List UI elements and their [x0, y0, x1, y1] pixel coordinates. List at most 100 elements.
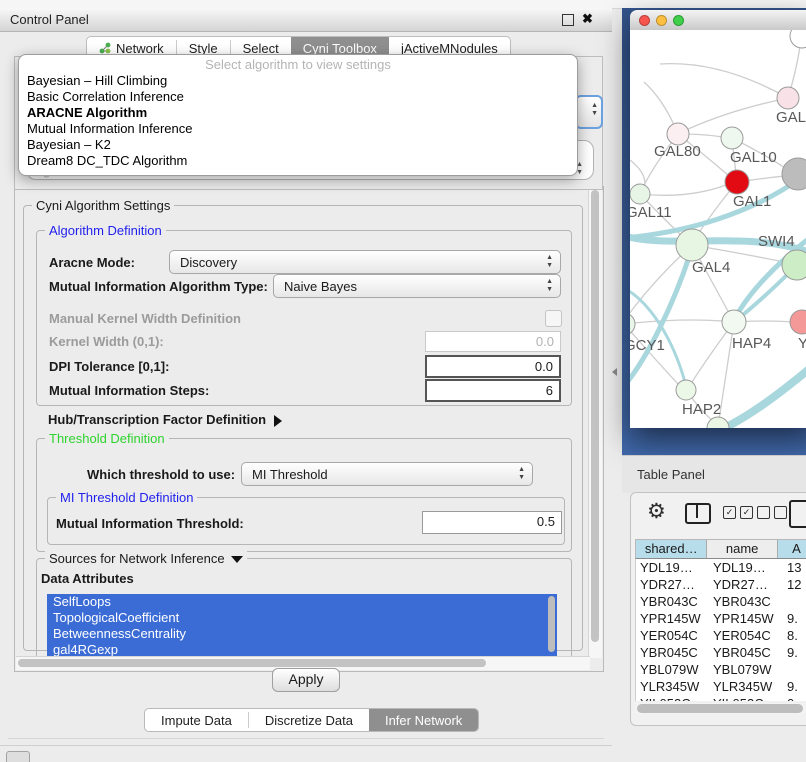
column-selector-icon[interactable]: [685, 503, 711, 524]
algorithm-option[interactable]: ARACNE Algorithm: [19, 105, 577, 121]
network-node[interactable]: [630, 313, 635, 335]
algorithm-option[interactable]: Basic Correlation Inference: [19, 89, 577, 105]
scrollbar-thumb[interactable]: [548, 596, 555, 652]
mi-steps-label: Mutual Information Steps:: [49, 383, 209, 398]
combo-arrows-icon: ▲▼: [591, 102, 598, 118]
scrollbar-thumb[interactable]: [637, 704, 803, 713]
close-panel-icon[interactable]: ✖: [582, 11, 593, 27]
table-cell: YIL052C: [636, 695, 711, 701]
popup-prompt: Select algorithm to view settings: [19, 57, 577, 73]
function-builder-icon[interactable]: [789, 500, 806, 528]
network-node[interactable]: [782, 250, 806, 280]
combo-arrows-icon: ▲▼: [546, 254, 553, 270]
network-edge[interactable]: [630, 320, 723, 324]
table-horizontal-scrollbar[interactable]: [635, 703, 806, 714]
table-cell: YBR043C: [711, 593, 785, 610]
algorithm-option[interactable]: Dream8 DC_TDC Algorithm: [19, 153, 577, 169]
mi-threshold-field[interactable]: 0.5: [422, 511, 562, 534]
select-all-icon[interactable]: ✓✓: [723, 506, 753, 519]
table-cell: YBL079W: [636, 661, 711, 678]
table-row[interactable]: YBR045CYBR045C9.: [636, 644, 806, 661]
column-header-2[interactable]: name: [707, 540, 777, 558]
table-header: shared…nameA: [635, 539, 806, 559]
network-node[interactable]: [667, 123, 689, 145]
corner-widget[interactable]: [6, 751, 30, 762]
table-row[interactable]: YBR043CYBR043C: [636, 593, 806, 610]
manual-kernel-checkbox[interactable]: [545, 310, 562, 327]
attribute-item-selected[interactable]: TopologicalCoefficient: [47, 610, 557, 626]
network-edge[interactable]: [630, 324, 678, 384]
table-row[interactable]: YDR27…YDR27…12: [636, 576, 806, 593]
network-node[interactable]: [722, 310, 746, 334]
window-minimize-icon[interactable]: [656, 15, 667, 26]
bottom-tab-infer-network[interactable]: Infer Network: [369, 709, 478, 731]
table-cell: YDL19…: [711, 559, 785, 576]
network-window[interactable]: GALGAL80GAL10GAL1GAL11GAL4SWI4HAP4YGCY1H…: [630, 10, 806, 428]
network-node[interactable]: [777, 87, 799, 109]
combo-arrows-icon: ▲▼: [518, 466, 525, 482]
window-close-icon[interactable]: [639, 15, 650, 26]
kernel-width-field[interactable]: 0.0: [425, 331, 561, 352]
apply-button[interactable]: Apply: [272, 668, 340, 692]
network-view[interactable]: GALGAL80GAL10GAL1GAL11GAL4SWI4HAP4YGCY1H…: [630, 30, 806, 428]
algorithm-option[interactable]: Bayesian – K2: [19, 137, 577, 153]
network-node[interactable]: [721, 127, 743, 149]
sources-legend[interactable]: Sources for Network Inference: [45, 551, 247, 566]
algorithm-combo-fragment[interactable]: ▲▼: [575, 95, 603, 129]
network-node[interactable]: [790, 310, 806, 334]
network-edge[interactable]: [640, 185, 726, 195]
table-row[interactable]: YPR145WYPR145W9.: [636, 610, 806, 627]
deselect-all-icon[interactable]: [757, 506, 787, 519]
scrollbar-thumb[interactable]: [18, 659, 486, 667]
combo-arrows-icon: ▲▼: [546, 278, 553, 294]
table-cell: 9.: [785, 678, 806, 695]
table-cell: YER054C: [636, 627, 711, 644]
network-node[interactable]: [790, 30, 806, 48]
aracne-mode-combo[interactable]: Discovery ▲▼: [169, 250, 561, 274]
mi-type-combo[interactable]: Naive Bayes ▲▼: [273, 274, 561, 298]
settings-vertical-scrollbar[interactable]: [588, 188, 602, 658]
cyni-settings-legend: Cyni Algorithm Settings: [32, 198, 174, 213]
table-row[interactable]: YBL079WYBL079W: [636, 661, 806, 678]
column-header-1[interactable]: shared…: [636, 540, 707, 558]
attribute-item-selected[interactable]: SelfLoops: [47, 594, 557, 610]
bottom-tab-discretize-data[interactable]: Discretize Data: [249, 709, 369, 731]
window-zoom-icon[interactable]: [673, 15, 684, 26]
dpi-tolerance-field[interactable]: 0.0: [425, 355, 561, 378]
attribute-list-scrollbar[interactable]: [547, 596, 556, 654]
network-window-titlebar[interactable]: [630, 10, 806, 31]
attribute-item-selected[interactable]: BetweennessCentrality: [47, 626, 557, 642]
network-node[interactable]: [725, 170, 749, 194]
scrollbar-thumb[interactable]: [591, 190, 599, 642]
network-node[interactable]: [676, 229, 708, 261]
network-edge[interactable]: [660, 64, 788, 98]
table-toolbar: ⚙ ✓✓: [631, 493, 806, 539]
hub-definition-toggle[interactable]: Hub/Transcription Factor Definition: [48, 412, 282, 427]
network-node[interactable]: [630, 184, 650, 204]
bottom-tab-impute-data[interactable]: Impute Data: [145, 709, 248, 731]
network-edge[interactable]: [686, 98, 788, 130]
data-attributes-list[interactable]: SelfLoopsTopologicalCoefficientBetweenne…: [47, 594, 557, 658]
aracne-mode-value: Discovery: [180, 255, 237, 270]
table-row[interactable]: YIL052CYIL052C0.: [636, 695, 806, 701]
which-threshold-combo[interactable]: MI Threshold ▲▼: [241, 462, 533, 486]
split-pane-collapse-icon[interactable]: [612, 368, 617, 376]
mi-steps-field[interactable]: 6: [425, 379, 561, 402]
float-panel-icon[interactable]: [562, 14, 574, 26]
table-row[interactable]: YDL19…YDL19…13: [636, 559, 806, 576]
sources-group: Sources for Network Inference Data Attri…: [36, 558, 572, 659]
table-cell: YDR27…: [636, 576, 711, 593]
network-graph[interactable]: GALGAL80GAL10GAL1GAL11GAL4SWI4HAP4YGCY1H…: [630, 30, 806, 428]
algorithm-option[interactable]: Bayesian – Hill Climbing: [19, 73, 577, 89]
network-edge-thick[interactable]: [716, 360, 806, 428]
network-node[interactable]: [676, 380, 696, 400]
table-body: YDL19…YDL19…13YDR27…YDR27…12YBR043CYBR04…: [635, 559, 806, 701]
table-panel-titlebar: Table Panel: [622, 455, 806, 493]
table-row[interactable]: YER054CYER054C8.: [636, 627, 806, 644]
mi-threshold-group: MI Threshold Definition Mutual Informati…: [47, 497, 565, 545]
algorithm-option[interactable]: Mutual Information Inference: [19, 121, 577, 137]
panel-divider: [8, 738, 604, 739]
table-row[interactable]: YLR345WYLR345W9.: [636, 678, 806, 695]
column-header-3[interactable]: A: [778, 540, 806, 558]
settings-gear-icon[interactable]: ⚙: [647, 499, 666, 524]
